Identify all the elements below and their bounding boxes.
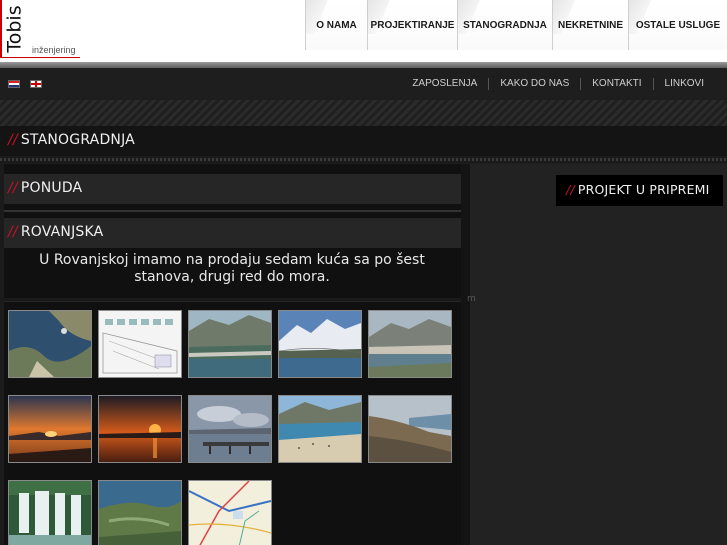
gallery-thumb-beach[interactable]: [278, 395, 362, 463]
nav-link-kako-do-nas[interactable]: KAKO DO NAS: [488, 78, 580, 90]
nav-item-o-nama[interactable]: O NAMA: [305, 0, 367, 50]
secondary-bar: ZAPOSLENJA KAKO DO NAS KONTAKTI LINKOVI: [0, 68, 727, 100]
secondary-nav: ZAPOSLENJA KAKO DO NAS KONTAKTI LINKOVI: [401, 78, 715, 90]
nav-link-kontakti[interactable]: KONTAKTI: [580, 78, 652, 90]
gallery-thumb-mountain-bay[interactable]: [188, 310, 272, 378]
gallery-thumb-hillside-sea[interactable]: [368, 395, 452, 463]
page: Tobis inženjering O NAMA PROJEKTIRANJE S…: [0, 0, 727, 545]
rovanjska-header: //ROVANJSKA: [4, 218, 461, 248]
gallery-thumb-aerial-green[interactable]: [98, 480, 182, 545]
nav-item-ostale-usluge[interactable]: OSTALE USLUGE: [628, 0, 727, 50]
logo[interactable]: Tobis inženjering: [0, 0, 80, 58]
header: Tobis inženjering O NAMA PROJEKTIRANJE S…: [0, 0, 727, 62]
sidebar-title: //PROJEKT U PRIPREMI: [566, 182, 710, 197]
croatian-flag-icon[interactable]: [8, 80, 20, 88]
ponuda-header[interactable]: //PONUDA: [4, 174, 461, 204]
english-flag-icon[interactable]: [30, 80, 42, 88]
projekt-u-pripremi-header[interactable]: //PROJEKT U PRIPREMI: [556, 175, 723, 206]
sidebar: [470, 164, 727, 545]
gallery-thumb-snowy-mountains[interactable]: [278, 310, 362, 378]
page-title: //STANOGRADNJA: [8, 132, 135, 148]
column-gap: [461, 164, 470, 545]
decorative-stripe: [0, 100, 727, 126]
nav-item-stanogradnja[interactable]: STANOGRADNJA: [457, 0, 552, 50]
section-divider: [4, 210, 461, 212]
page-title-bar: //STANOGRADNJA: [0, 126, 727, 156]
gallery-thumb-site-plan[interactable]: [98, 310, 182, 378]
logo-name: Tobis: [3, 5, 26, 53]
main-nav: O NAMA PROJEKTIRANJE STANOGRADNJA NEKRET…: [305, 0, 727, 50]
gallery-thumb-pier-clouds[interactable]: [188, 395, 272, 463]
gallery-thumb-road-map[interactable]: [188, 480, 272, 545]
ponuda-title: //PONUDA: [8, 180, 83, 196]
rovanjska-title: //ROVANJSKA: [8, 224, 104, 240]
dotted-divider: [0, 158, 727, 161]
gallery-top-border: [4, 298, 461, 301]
main-content: //PONUDA //ROVANJSKA U Rovanjskoj imamo …: [4, 164, 461, 545]
project-description: U Rovanjskoj imamo na prodaju sedam kuća…: [39, 252, 425, 285]
nav-link-zaposlenja[interactable]: ZAPOSLENJA: [401, 78, 488, 90]
gallery-thumb-coast-mountains[interactable]: [368, 310, 452, 378]
logo-subtitle: inženjering: [32, 45, 76, 55]
gallery-thumb-waterfall[interactable]: [8, 480, 92, 545]
gallery-thumb-sunset-orange[interactable]: [8, 395, 92, 463]
gallery-thumb-aerial-map[interactable]: [8, 310, 92, 378]
nav-link-linkovi[interactable]: LINKOVI: [652, 78, 715, 90]
nav-item-projektiranje[interactable]: PROJEKTIRANJE: [367, 0, 457, 50]
side-mark: m: [467, 294, 476, 304]
nav-item-nekretnine[interactable]: NEKRETNINE: [552, 0, 628, 50]
gallery-thumb-sunset-red[interactable]: [98, 395, 182, 463]
